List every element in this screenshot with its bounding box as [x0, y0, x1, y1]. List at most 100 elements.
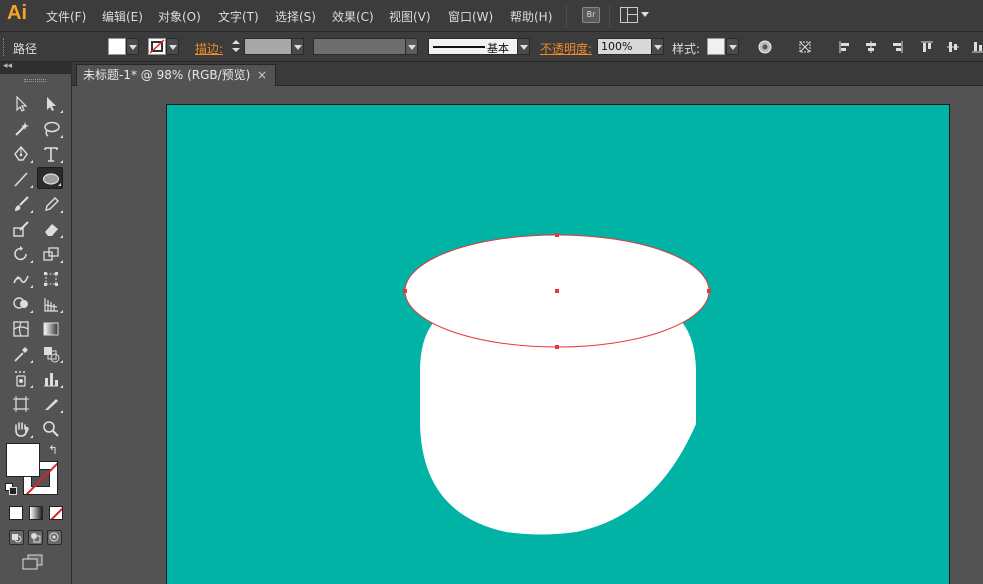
- fill-swatch[interactable]: [108, 38, 126, 55]
- default-fill-stroke-icon[interactable]: [5, 483, 17, 495]
- scale-tool[interactable]: [38, 243, 64, 265]
- rotate-tool[interactable]: [8, 243, 34, 265]
- align-top-icon[interactable]: [920, 40, 934, 54]
- color-mode-button[interactable]: [9, 506, 23, 520]
- swap-fill-stroke-icon[interactable]: ↰: [48, 443, 58, 457]
- bridge-button[interactable]: Br: [582, 7, 600, 23]
- zoom-tool[interactable]: [38, 418, 64, 440]
- hand-tool[interactable]: [8, 418, 34, 440]
- screen-mode-icon: [22, 554, 43, 570]
- anchor-point-bottom[interactable]: [555, 345, 559, 349]
- blob-brush-tool[interactable]: [8, 218, 34, 240]
- symbol-sprayer-icon: [15, 371, 26, 387]
- close-tab-icon[interactable]: ×: [257, 65, 267, 85]
- type-tool[interactable]: [38, 143, 64, 165]
- draw-inside-button[interactable]: [47, 530, 62, 545]
- blend-tool[interactable]: [38, 343, 64, 365]
- stroke-weight-spinner[interactable]: [230, 38, 242, 55]
- stroke-weight-input[interactable]: [244, 38, 292, 55]
- free-transform-tool[interactable]: [38, 268, 64, 290]
- draw-behind-button[interactable]: [28, 530, 43, 545]
- selection-arrow-icon: [16, 95, 28, 112]
- menu-window[interactable]: 窗口(W): [448, 8, 493, 25]
- anchor-point-left[interactable]: [403, 289, 407, 293]
- paintbrush-tool[interactable]: [8, 193, 34, 215]
- artboard-tool[interactable]: [8, 393, 34, 415]
- gradient-icon: [43, 322, 59, 336]
- fill-dropdown[interactable]: [126, 38, 139, 55]
- perspective-grid-tool[interactable]: [38, 293, 64, 315]
- stroke-weight-dropdown[interactable]: [291, 38, 304, 55]
- opacity-input[interactable]: 100%: [597, 38, 652, 55]
- menu-effect[interactable]: 效果(C): [332, 8, 374, 25]
- symbol-sprayer-tool[interactable]: [8, 368, 34, 390]
- pencil-tool[interactable]: [38, 193, 64, 215]
- transform-icon[interactable]: [798, 40, 812, 54]
- none-slash-icon: [50, 507, 62, 519]
- fill-color-box[interactable]: [6, 443, 40, 477]
- menu-edit[interactable]: 编辑(E): [102, 8, 143, 25]
- opacity-label[interactable]: 不透明度:: [540, 40, 592, 57]
- stroke-weight-label[interactable]: 描边:: [195, 40, 223, 57]
- graphic-style-dropdown[interactable]: [726, 38, 739, 55]
- variable-width-profile[interactable]: [313, 38, 407, 55]
- opacity-dropdown[interactable]: [651, 38, 664, 55]
- screen-mode-button[interactable]: [22, 554, 44, 570]
- align-left-icon[interactable]: [838, 40, 852, 54]
- panel-grip[interactable]: [3, 38, 6, 56]
- menu-type[interactable]: 文字(T): [218, 8, 259, 25]
- menu-divider: [566, 4, 567, 28]
- shape-builder-tool[interactable]: [8, 293, 34, 315]
- warp-tool[interactable]: [8, 268, 34, 290]
- none-mode-button[interactable]: [49, 506, 63, 520]
- stroke-dropdown[interactable]: [166, 38, 179, 55]
- ellipse-tool[interactable]: [37, 167, 63, 189]
- brush-definition-dropdown[interactable]: [517, 38, 530, 55]
- align-vertical-center-icon[interactable]: [946, 40, 960, 54]
- pencil-icon: [45, 197, 59, 211]
- collapse-panel-icon[interactable]: ◂◂: [3, 61, 12, 71]
- menu-view[interactable]: 视图(V): [389, 8, 431, 25]
- center-point: [555, 289, 559, 293]
- selection-tool[interactable]: [8, 93, 34, 115]
- menu-select[interactable]: 选择(S): [275, 8, 316, 25]
- line-segment-tool[interactable]: [8, 168, 34, 190]
- mesh-tool[interactable]: [8, 318, 34, 340]
- graphic-style-swatch[interactable]: [707, 38, 725, 55]
- menu-help[interactable]: 帮助(H): [510, 8, 552, 25]
- brush-definition[interactable]: 基本: [428, 38, 518, 55]
- column-graph-tool[interactable]: [38, 368, 64, 390]
- align-center-icon[interactable]: [864, 40, 878, 54]
- eyedropper-tool[interactable]: [8, 343, 34, 365]
- draw-normal-button[interactable]: [9, 530, 24, 545]
- app-logo: Ai: [7, 2, 27, 24]
- gradient-mode-button[interactable]: [29, 506, 43, 520]
- eraser-tool[interactable]: [38, 218, 64, 240]
- gradient-tool[interactable]: [38, 318, 64, 340]
- hand-icon: [15, 422, 29, 437]
- anchor-point-right[interactable]: [707, 289, 711, 293]
- arrange-documents-button[interactable]: [620, 7, 650, 23]
- free-transform-icon: [44, 272, 58, 286]
- lasso-tool[interactable]: [38, 118, 64, 140]
- column-graph-icon: [44, 373, 58, 387]
- line-segment-icon: [14, 172, 28, 187]
- selection-type-label: 路径: [13, 42, 38, 56]
- align-right-icon[interactable]: [890, 40, 904, 54]
- ellipse-icon: [42, 173, 60, 185]
- menu-object[interactable]: 对象(O): [158, 8, 201, 25]
- pen-tool[interactable]: [8, 143, 34, 165]
- menu-file[interactable]: 文件(F): [46, 8, 86, 25]
- panel-grip[interactable]: [24, 79, 46, 82]
- align-bottom-icon[interactable]: [970, 40, 983, 54]
- menu-bar: Ai 文件(F) 编辑(E) 对象(O) 文字(T) 选择(S) 效果(C) 视…: [0, 0, 983, 32]
- magic-wand-tool[interactable]: [8, 118, 34, 140]
- mesh-icon: [13, 321, 29, 337]
- slice-tool[interactable]: [38, 393, 64, 415]
- anchor-point-top[interactable]: [555, 233, 559, 237]
- direct-selection-tool[interactable]: [38, 93, 64, 115]
- variable-width-dropdown[interactable]: [405, 38, 418, 55]
- document-tab[interactable]: 未标题-1* @ 98% (RGB/预览) ×: [76, 64, 276, 86]
- stroke-swatch[interactable]: [148, 38, 166, 55]
- recolor-artwork-icon[interactable]: [758, 40, 772, 54]
